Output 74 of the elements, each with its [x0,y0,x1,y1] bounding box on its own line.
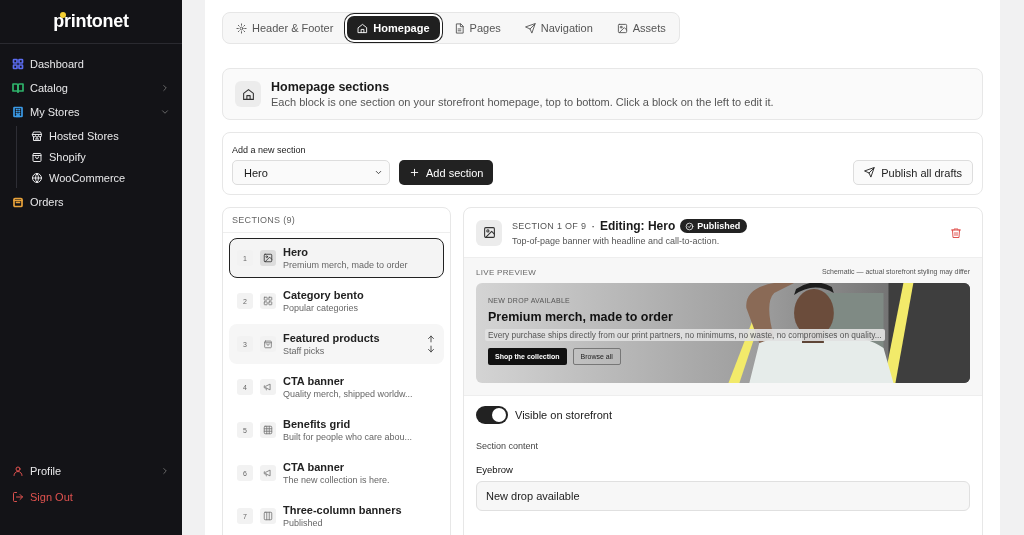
arrow-up-icon[interactable] [426,334,436,344]
store-icon [31,130,43,142]
section-position: SECTION 1 OF 9 [512,221,587,231]
arrow-down-icon[interactable] [426,344,436,354]
section-subtitle: Quality merch, shipped worldw... [283,389,414,399]
tab[interactable]: Pages [443,16,511,40]
image-icon [260,250,276,266]
editor-title: Editing: Hero [599,219,676,233]
globe-icon [31,172,43,184]
sidebar-item[interactable]: Profile [8,461,174,481]
tab[interactable]: Homepage [347,16,440,40]
add-section-button[interactable]: Add section [399,160,494,185]
grid-icon [260,293,276,309]
section-description: Each block is one section on your storefront homepage, top to bottom. Click a block on the left to edit it. [271,96,774,108]
user-icon [12,465,24,477]
trash-icon[interactable] [950,226,962,239]
section-subtitle: Staff picks [283,346,326,356]
image-icon [476,219,502,246]
list-heading: SECTIONS (9) [223,208,450,233]
sidebar-item[interactable]: Dashboard [8,54,174,74]
publish-button[interactable]: Publish all drafts [853,160,973,185]
editor-description: Top-of-page banner with headline and call-to-action. [512,236,721,246]
section-subtitle: The new collection is here. [283,475,391,485]
input-field[interactable]: New drop available [476,481,970,511]
sign-out-link[interactable]: Sign Out [8,487,174,507]
megaphone-icon [260,379,276,395]
field-label: Eyebrow [476,464,514,475]
hero-text: Every purchase ships directly from our print partners, no minimums, no waste, no compromises on quality... [485,329,885,341]
chevron-down-icon [374,168,383,177]
section-heading: Homepage sections [271,80,391,94]
megaphone-icon [260,465,276,481]
sidebar-item[interactable]: Orders [8,192,174,212]
sidebar-subitem[interactable]: Hosted Stores [27,126,174,146]
document-icon [453,22,465,34]
group-label: Section content [476,441,540,451]
section-subtitle: Published [283,518,324,528]
brand-logo: printonet [53,11,129,32]
bag-icon [260,336,276,352]
section-subtitle: Built for people who care abou... [283,432,414,442]
sidebar-subitem[interactable]: Shopify [27,147,174,167]
paper-plane-icon [524,22,536,34]
home-icon [357,22,369,34]
sidebar-item[interactable]: Catalog [8,78,174,98]
status-badge: Published [680,219,748,233]
hero-headline: Premium merch, made to order [488,310,673,324]
sidebar-item[interactable]: My Stores [8,102,174,122]
columns-icon [260,508,276,524]
home-icon [235,81,261,107]
bag-icon [31,151,43,163]
preview-label: LIVE PREVIEW [476,268,537,277]
section-title: Three-column banners [283,504,403,516]
tab[interactable]: Assets [606,16,676,40]
tab[interactable]: Header & Footer [226,16,344,40]
table-icon [260,422,276,438]
check-circle-icon [685,221,695,231]
separator-dot: · [591,220,595,232]
section-title: Benefits grid [283,418,352,430]
plus-icon [409,167,420,178]
paper-plane-icon [864,167,876,178]
tab[interactable]: Navigation [514,16,603,40]
section-title: Featured products [283,332,381,344]
field-label: Add a new section [232,145,307,155]
section-subtitle: Popular categories [283,303,360,313]
toggle-label: Visible on storefront [515,409,613,421]
section-subtitle: Premium merch, made to order [283,260,409,270]
visibility-toggle[interactable] [476,406,508,424]
logout-icon [12,491,24,503]
section-type-dropdown[interactable]: Hero [232,160,390,185]
section-title: CTA banner [283,461,346,473]
sidebar-subitem[interactable]: WooCommerce [27,168,174,188]
image-icon [616,22,628,34]
section-title: CTA banner [283,375,346,387]
section-title: Category bento [283,289,365,301]
section-title: Hero [283,246,310,258]
